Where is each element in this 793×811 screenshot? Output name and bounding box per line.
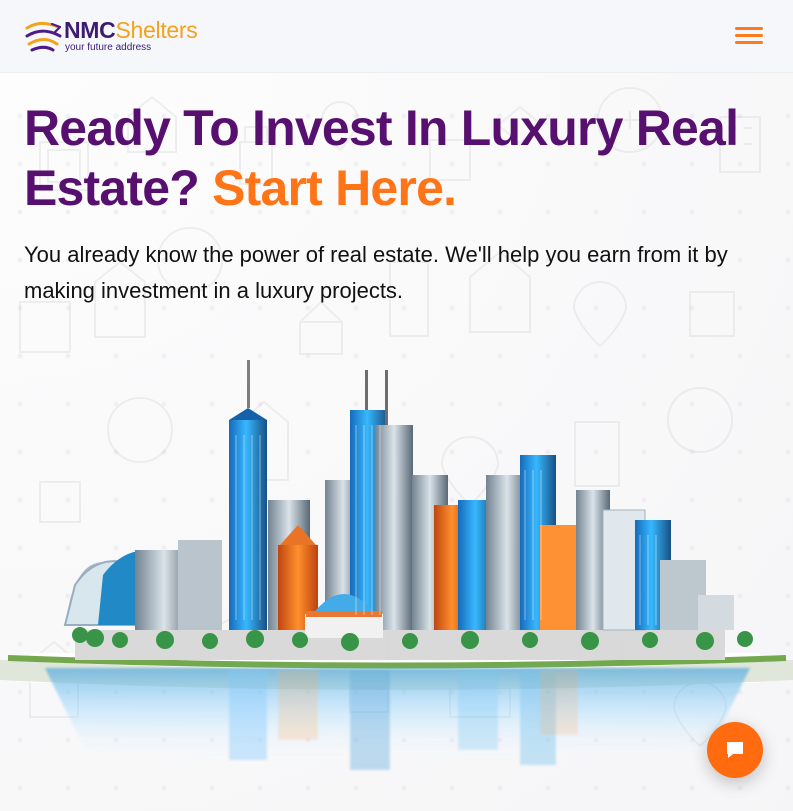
brand-tagline: your future address [65, 42, 152, 53]
hamburger-menu-icon [735, 34, 763, 37]
logo-swoosh-icon [25, 21, 62, 52]
landing-page: NMCShelters your future address Ready To… [0, 0, 793, 811]
brand-name-primary: NMC [64, 17, 116, 43]
hamburger-menu-button[interactable] [735, 27, 763, 45]
hero-description: You already know the power of real estat… [24, 242, 728, 303]
hamburger-menu-icon [735, 41, 763, 44]
hero-section: Ready To Invest In Luxury Real Estate? S… [24, 98, 769, 309]
skyline-image [0, 360, 793, 770]
chat-icon [727, 742, 743, 758]
brand-name: NMCShelters [64, 17, 198, 44]
hero-heading-accent: Start Here. [212, 160, 457, 216]
site-header: NMCShelters your future address [0, 0, 793, 73]
brand-name-secondary: Shelters [115, 17, 198, 43]
nmc-shelters-logo[interactable]: NMCShelters your future address [24, 17, 234, 57]
hamburger-menu-icon [735, 27, 763, 30]
hero-heading: Ready To Invest In Luxury Real Estate? S… [24, 98, 769, 218]
chat-button[interactable] [707, 722, 763, 778]
city-skyline-illustration [0, 330, 793, 811]
